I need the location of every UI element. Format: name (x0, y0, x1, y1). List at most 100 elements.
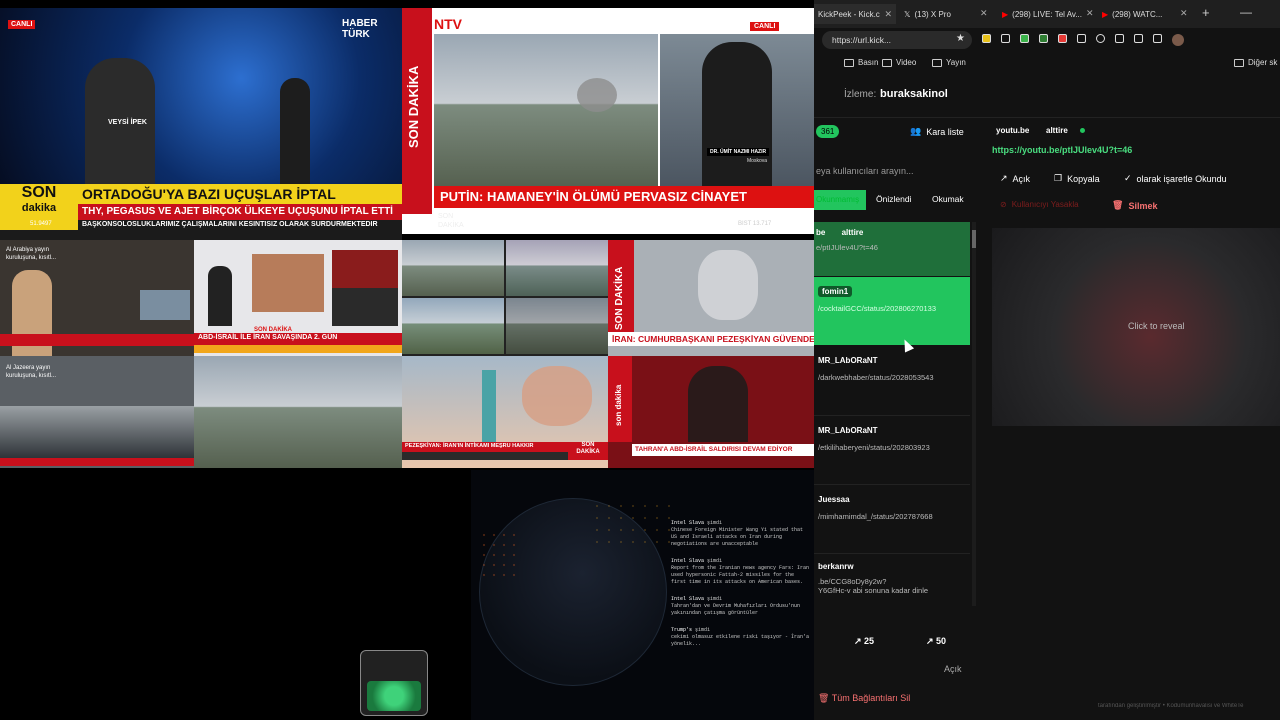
son-dakika-side: SON DAKİKA (608, 240, 634, 340)
aljazeera-tile[interactable]: Al Jazeera yayın kuruluşuna, kısıtl... (0, 356, 194, 468)
search-input[interactable]: eya kullanıcıları arayın... (814, 160, 970, 182)
tab-watch[interactable]: ▶ (298) WATC... (1098, 4, 1190, 24)
side-label: SON DAKİKA (406, 65, 421, 148)
copy-button[interactable]: ❐ Kopyala (1054, 173, 1100, 184)
ticker-strip (194, 345, 402, 353)
filter-read[interactable]: Okumak (932, 194, 964, 204)
filter-unread[interactable]: Okunmamış (814, 190, 866, 210)
news-feed[interactable]: Intel Slava şimdi Chinese Foreign Minist… (671, 520, 811, 648)
studio2-tile[interactable]: SON DAKİKA ABD-İSRAİL İLE İRAN SAVAŞINDA… (194, 240, 402, 356)
feed-time: şimdi (707, 520, 723, 526)
reveal-label[interactable]: Click to reveal (1128, 321, 1185, 331)
tab-kickpeek[interactable]: KickPeek - Kick.c... ✕ (814, 4, 896, 24)
camera-grid-tile[interactable] (402, 240, 608, 356)
list-item[interactable]: MR_LAbORaNT /etkilihaberyeni/status/2028… (814, 415, 970, 483)
dakika-text: dakika (21, 202, 57, 214)
bookmark-other[interactable]: Diğer sk (1234, 58, 1277, 67)
son-text: SON (21, 184, 57, 201)
tab-xpro[interactable]: 𝕏 (13) X Pro (900, 4, 990, 24)
extension-icon[interactable] (1020, 34, 1029, 43)
close-icon[interactable]: ✕ (884, 9, 892, 20)
scrollbar[interactable] (972, 222, 976, 606)
son-dakika-side: SON DAKİKA (402, 8, 432, 214)
close-icon[interactable]: ✕ (1086, 8, 1094, 19)
feed-time: şimdi (695, 627, 711, 633)
split-icon[interactable] (1115, 34, 1124, 43)
feed-item[interactable]: Intel Slava şimdi Chinese Foreign Minist… (671, 520, 811, 548)
bookmark-video[interactable]: Video (882, 58, 916, 67)
ntv-tile[interactable]: SON DAKİKA NTV CANLI DR. ÜMİT NAZMI HAZI… (402, 8, 814, 234)
smoke-icon (522, 366, 592, 426)
online-dot (1080, 128, 1085, 133)
city-view (434, 34, 658, 188)
footer-50-button[interactable]: ↗ 50 (926, 636, 946, 647)
minimize-icon[interactable]: — (1240, 5, 1252, 19)
list-item[interactable]: MR_LAbORaNT /darkwebhaber/status/2028053… (814, 346, 970, 414)
screen: CANLI HABER TÜRK VEYSİ İPEK SON dakika O… (0, 0, 1280, 720)
extension-icon[interactable] (982, 34, 991, 43)
new-tab-icon[interactable]: + (1202, 5, 1210, 20)
restricted-label: Al Arabiya yayın kuruluşuna, kısıtl... (6, 247, 57, 261)
blacklist-button[interactable]: 👥 Kara liste (910, 126, 964, 137)
guest-location: Moskova (747, 158, 768, 164)
x-icon: 𝕏 (904, 9, 911, 19)
open-button[interactable]: ↗ Açık (1000, 173, 1030, 184)
extensions-toolbar[interactable] (982, 34, 1272, 46)
footer-25-button[interactable]: ↗ 25 (854, 636, 874, 647)
feed-item[interactable]: Intel Slava şimdi Report from the Irania… (671, 558, 811, 586)
favorites-icon[interactable] (1134, 34, 1143, 43)
bookmark-yayin[interactable]: Yayın (932, 58, 966, 67)
trt-tile[interactable]: SON DAKİKA İRAN: CUMHURBAŞKANI PEZEŞKİYA… (608, 240, 814, 356)
avatar[interactable] (1172, 34, 1184, 46)
list-item[interactable]: berkanrw .be/CCG8oDy8y2w? Y6GfHc-v abi s… (814, 553, 970, 607)
list-item-active[interactable]: fomin1 /cocktailGCC/status/202806270133 (814, 277, 970, 345)
close-icon[interactable]: ✕ (1180, 8, 1188, 19)
extension-icon[interactable] (1077, 34, 1086, 43)
check-icon: ✓ (1124, 173, 1132, 183)
star-icon[interactable]: ★ (956, 33, 965, 44)
scroll-thumb[interactable] (972, 230, 976, 248)
feed-source: Intel Slava (671, 520, 705, 526)
side-label: son dakika (614, 384, 623, 426)
anchor-tile[interactable]: son dakika TAHRAN'A ABD-İSRAİL SALDIRISI… (608, 356, 814, 468)
collections-icon[interactable] (1153, 34, 1162, 43)
headline: ORTADOĞU'YA BAZI UÇUŞLAR İPTAL (78, 184, 402, 204)
tvhaber-tile[interactable]: PEZEŞKİYAN: İRAN'IN İNTİKAMI MEŞRU HAKKI… (402, 356, 608, 468)
clock: 14:03 (750, 212, 768, 219)
footer-open-button[interactable]: Açık (944, 664, 962, 674)
filter-previewed[interactable]: Önizlendi (876, 194, 911, 204)
selected-link[interactable]: https://youtu.be/ptIJUlev4U?t=46 (992, 145, 1132, 155)
extension-icon[interactable] (1039, 34, 1048, 43)
users-icon: 👥 (910, 126, 922, 136)
headline: İRAN: CUMHURBAŞKANI PEZEŞKİYAN GÜVENDE (608, 332, 814, 346)
refresh-icon[interactable] (1096, 34, 1105, 43)
sondakika-banner[interactable]: SON dakika ORTADOĞU'YA BAZI UÇUŞLAR İPTA… (0, 184, 402, 240)
folder-icon (882, 58, 892, 67)
feed-text: cekimi olmasuz etkilene riski taşıyor - … (671, 634, 810, 647)
folder-icon (1234, 58, 1244, 67)
extension-icon[interactable] (1001, 34, 1010, 43)
globe-monitor[interactable]: Intel Slava şimdi Chinese Foreign Minist… (471, 470, 814, 720)
count-badge: 361 (816, 125, 840, 138)
close-icon[interactable]: ✕ (980, 8, 988, 19)
address-bar[interactable]: https://url.kick... (822, 31, 972, 49)
delete-all-button[interactable]: 🗑 Tüm Bağlantıları Sil (818, 693, 910, 704)
cam-1 (402, 240, 504, 296)
haberturk-tile[interactable]: CANLI HABER TÜRK VEYSİ İPEK (0, 8, 402, 184)
city-skyline-tile[interactable] (194, 356, 402, 468)
ban-icon: ⊘ (1000, 200, 1007, 209)
list-item[interactable]: Juessaa /mimhamimdal_/status/202787668 (814, 484, 970, 552)
ticker (0, 458, 194, 466)
bookmark-basin[interactable]: Basın (844, 58, 878, 67)
extension-icon[interactable] (1058, 34, 1067, 43)
ban-user-button[interactable]: ⊘ Kullanıcıyı Yasakla (1000, 200, 1079, 209)
cam-3 (402, 298, 504, 354)
feed-item[interactable]: Intel Slava şimdi Tahran'dan ve Devrim M… (671, 596, 811, 617)
alarabiya-tile[interactable]: Al Arabiya yayın kuruluşuna, kısıtl... (0, 240, 194, 356)
bist: BIST 13.717 (738, 221, 772, 227)
delete-button[interactable]: 🗑 Silmek (1112, 200, 1157, 211)
mark-read-button[interactable]: ✓ olarak işaretle Okundu (1124, 173, 1227, 184)
hotspots (591, 500, 671, 550)
list-item[interactable]: be alttire e/ptIJUlev4U?t=46 (814, 222, 970, 276)
feed-item[interactable]: Trump's şimdi cekimi olmasuz etkilene ri… (671, 627, 811, 648)
